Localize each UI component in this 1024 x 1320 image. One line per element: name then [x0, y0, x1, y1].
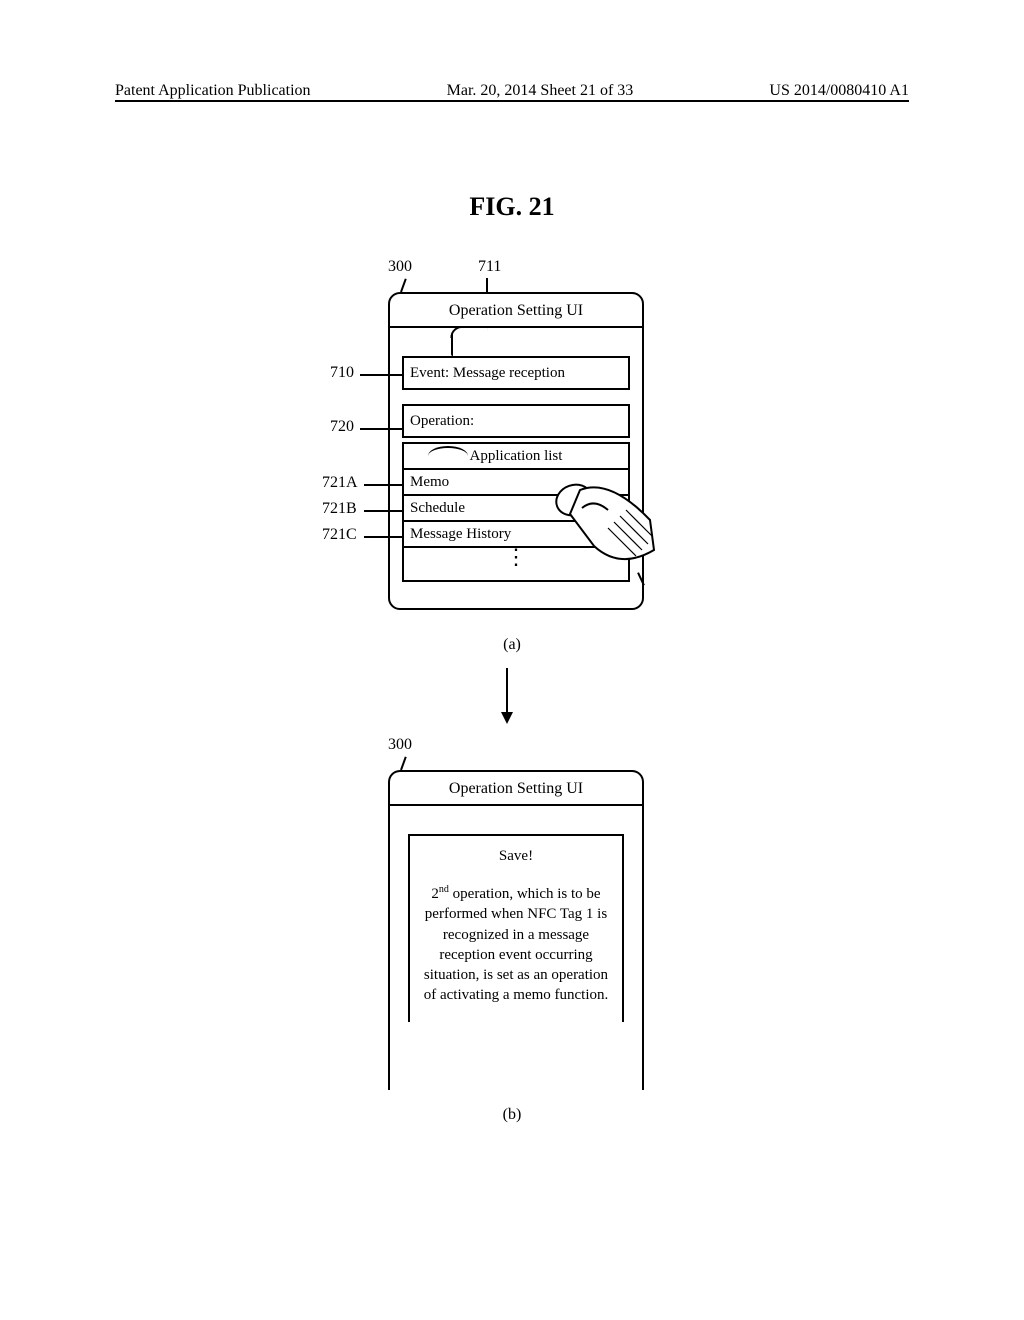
- page-header: Patent Application Publication Mar. 20, …: [0, 82, 1024, 100]
- event-field[interactable]: Event: Message reception: [402, 356, 630, 390]
- header-mid: Mar. 20, 2014 Sheet 21 of 33: [447, 82, 634, 100]
- device-frame-b: Operation Setting UI Save! 2nd operation…: [388, 770, 644, 1090]
- ref-721C: 721C: [322, 526, 357, 544]
- body-ordinal: nd: [439, 884, 449, 895]
- figure-title: FIG. 21: [0, 192, 1024, 222]
- leader-line: [486, 278, 488, 292]
- ref-721A: 721A: [322, 474, 358, 492]
- app-list-header: Application list: [404, 444, 628, 470]
- ref-711: 711: [478, 258, 501, 276]
- panel-title-a: Operation Setting UI: [390, 294, 642, 328]
- leader-line: [400, 757, 407, 771]
- header-rule: [115, 100, 909, 102]
- panel-sublabel-a: (a): [0, 636, 1024, 654]
- header-left: Patent Application Publication: [115, 82, 311, 100]
- flow-arrow-icon: [506, 668, 508, 722]
- body-rest: operation, which is to be performed when…: [424, 886, 609, 1003]
- operation-field[interactable]: Operation:: [402, 404, 630, 438]
- save-heading: Save!: [418, 848, 614, 865]
- save-body: 2nd operation, which is to be performed …: [418, 883, 614, 1006]
- ref-710: 710: [330, 364, 354, 382]
- save-dialog: Save! 2nd operation, which is to be perf…: [408, 834, 624, 1022]
- body-prefix: 2: [431, 886, 439, 902]
- ref-720: 720: [330, 418, 354, 436]
- ref-300-b: 300: [388, 736, 412, 754]
- leader-line: [400, 279, 407, 293]
- header-right: US 2014/0080410 A1: [769, 82, 909, 100]
- finger-pointer-icon: [550, 480, 660, 580]
- panel-sublabel-b: (b): [0, 1106, 1024, 1124]
- panel-title-b: Operation Setting UI: [390, 772, 642, 806]
- ref-300-a: 300: [388, 258, 412, 276]
- ref-721B: 721B: [322, 500, 357, 518]
